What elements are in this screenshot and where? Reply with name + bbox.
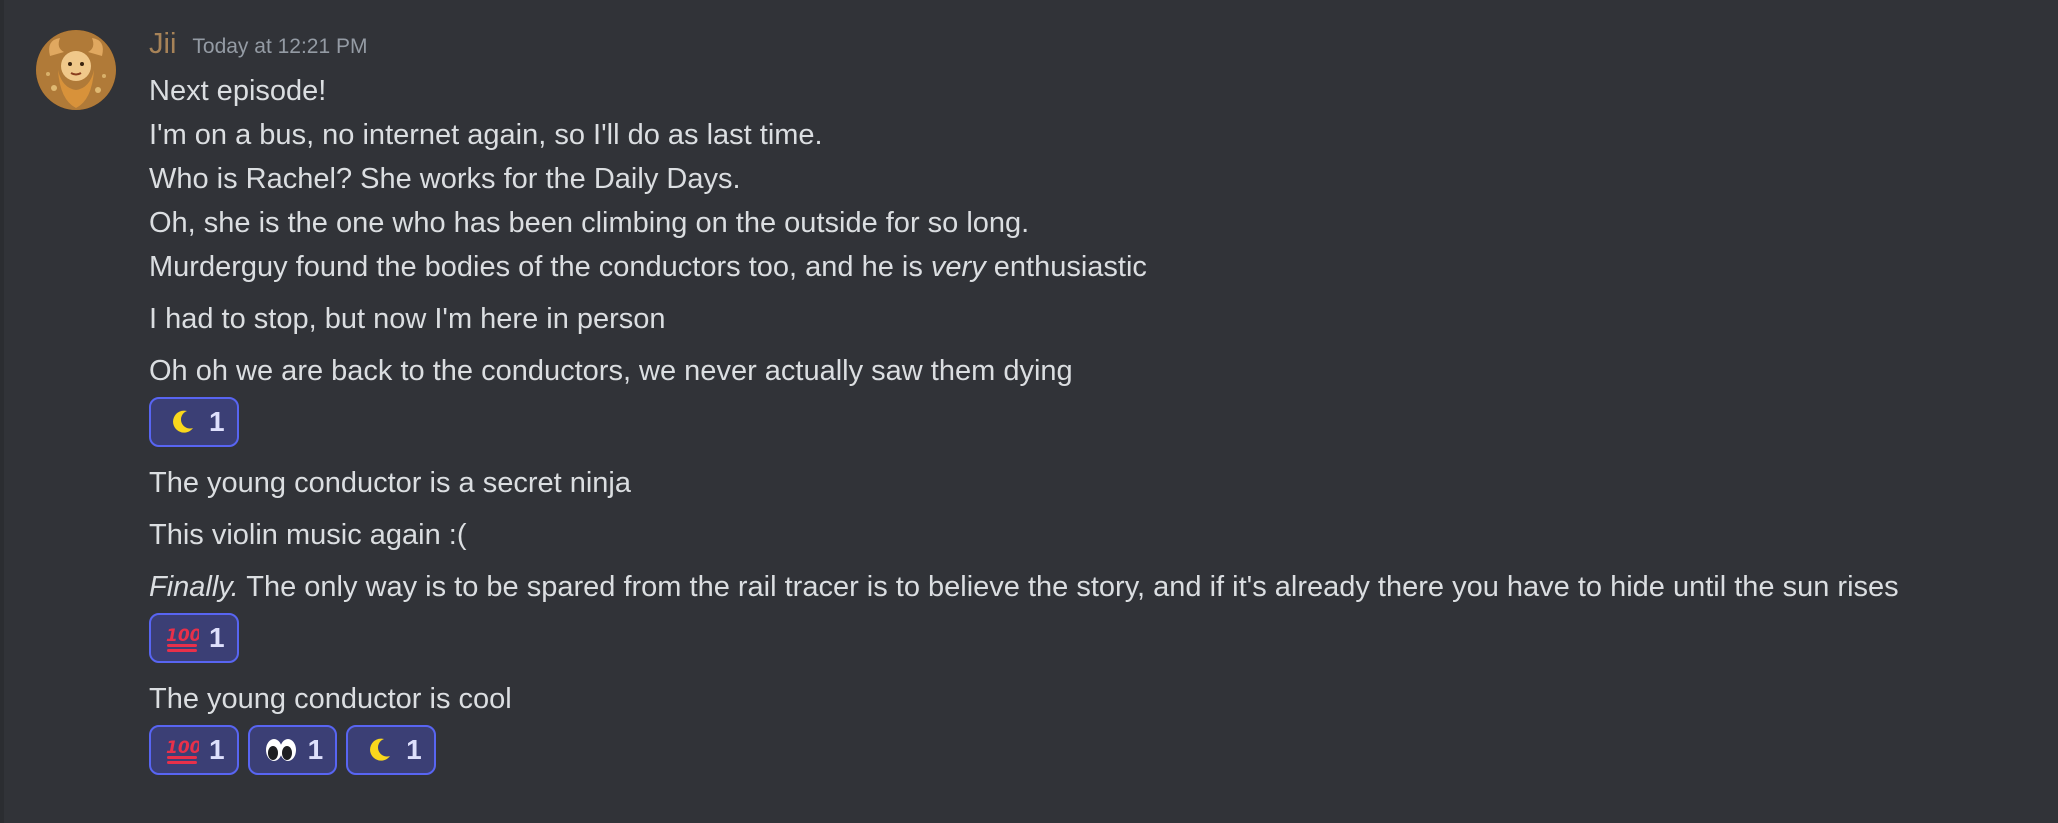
message-line: Who is Rachel? She works for the Daily D… [149, 163, 741, 195]
reaction-count: 1 [406, 734, 422, 765]
reaction-count: 1 [209, 622, 225, 653]
eyes-icon [264, 734, 298, 766]
message-line: I had to stop, but now I'm here in perso… [149, 303, 666, 335]
reaction-moon[interactable]: 1 [149, 397, 239, 447]
timestamp[interactable]: Today at 12:21 PM [192, 35, 367, 59]
username[interactable]: Jii [149, 28, 176, 61]
reaction-moon[interactable]: 1 [346, 725, 436, 775]
message-line: I'm on a bus, no internet again, so I'll… [149, 119, 823, 151]
message-header: Jii Today at 12:21 PM [149, 28, 368, 68]
crescent-moon-icon [165, 406, 199, 438]
message-line: Oh oh we are back to the conductors, we … [149, 355, 1073, 387]
reaction-eyes[interactable]: 1 [247, 725, 338, 775]
reactions-bar: 100 1 [149, 613, 239, 663]
reaction-count: 1 [209, 406, 225, 437]
channel-edge [0, 0, 4, 823]
avatar-image [36, 30, 116, 110]
reaction-100[interactable]: 100 1 [149, 613, 239, 663]
italic-text: Finally. [149, 571, 239, 603]
hundred-points-icon: 100 [165, 622, 199, 654]
reaction-count: 1 [307, 734, 324, 765]
message-line: Murderguy found the bodies of the conduc… [149, 247, 1147, 287]
text-segment: Murderguy found the bodies of the conduc… [149, 251, 931, 283]
reaction-100[interactable]: 100 1 [149, 725, 239, 775]
hundred-points-icon: 100 [165, 734, 199, 766]
text-segment: The only way is to be spared from the ra… [238, 571, 1899, 603]
message-line: Finally. The only way is to be spared fr… [149, 567, 1899, 607]
italic-text: very [930, 251, 986, 283]
message-line: Oh, she is the one who has been climbing… [149, 207, 1030, 239]
text-segment: enthusiastic [985, 251, 1147, 283]
crescent-moon-icon [362, 734, 396, 766]
avatar[interactable] [36, 30, 116, 110]
reactions-bar: 100 1 1 1 [149, 725, 436, 775]
svg-text:100: 100 [166, 626, 199, 646]
message-line: The young conductor is cool [149, 683, 512, 715]
message-line: Next episode! [149, 75, 327, 107]
message-line: This violin music again :( [149, 519, 467, 551]
message-line: The young conductor is a secret ninja [149, 467, 631, 499]
svg-text:100: 100 [166, 738, 199, 758]
reaction-count: 1 [209, 734, 225, 765]
reactions-bar: 1 [149, 397, 239, 447]
